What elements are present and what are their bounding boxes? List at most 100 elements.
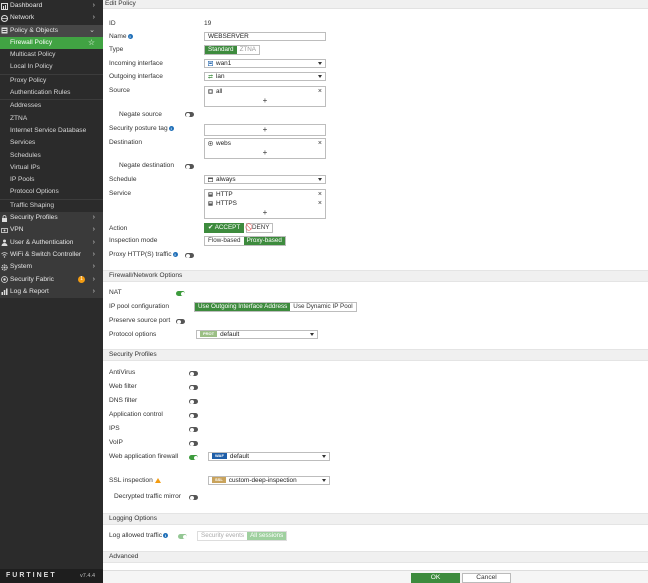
add-destination-button[interactable]: + bbox=[205, 148, 325, 158]
chevron-down-icon bbox=[322, 479, 326, 482]
chevron-down-icon bbox=[318, 178, 322, 181]
type-label: Type bbox=[109, 46, 124, 53]
ssl-inspection-select[interactable]: SSL custom-deep-inspection bbox=[208, 476, 330, 485]
accept-button[interactable]: ✔ ACCEPT bbox=[204, 223, 245, 233]
nav-label: Multicast Policy bbox=[10, 51, 56, 59]
sidebar-item-firewall-policy[interactable]: Firewall Policy ☆ bbox=[0, 36, 103, 50]
info-icon[interactable]: i bbox=[168, 125, 174, 131]
log-security-events-option[interactable]: Security events bbox=[198, 532, 248, 540]
protocol-options-label: Protocol options bbox=[109, 331, 157, 338]
negate-destination-toggle[interactable] bbox=[185, 164, 194, 169]
warning-icon[interactable] bbox=[154, 477, 161, 483]
sidebar-item-internet-service-database[interactable]: Internet Service Database bbox=[0, 125, 103, 137]
sidebar-item-protocol-options[interactable]: Protocol Options bbox=[0, 186, 103, 198]
check-icon: ✔ bbox=[208, 224, 214, 231]
inspection-mode-label: Inspection mode bbox=[109, 237, 158, 244]
nav-label: User & Authentication bbox=[10, 238, 74, 246]
type-selector: Standard ZTNA bbox=[204, 45, 261, 55]
service-value: HTTP bbox=[216, 191, 233, 198]
sidebar-item-schedules[interactable]: Schedules bbox=[0, 150, 103, 162]
nav-user-authentication[interactable]: User & Authentication › bbox=[0, 236, 103, 249]
add-posture-tag-button[interactable]: + bbox=[205, 125, 325, 135]
protocol-options-select[interactable]: PROT default bbox=[196, 330, 318, 339]
sidebar-item-multicast-policy[interactable]: Multicast Policy bbox=[0, 49, 103, 61]
log-all-sessions-option[interactable]: All sessions bbox=[247, 532, 287, 540]
sidebar-item-addresses[interactable]: Addresses bbox=[0, 100, 103, 112]
sidebar-item-services[interactable]: Services bbox=[0, 137, 103, 149]
application-control-toggle[interactable] bbox=[189, 413, 198, 418]
nav-policy-objects[interactable]: Policy & Objects ⌄ bbox=[0, 24, 103, 37]
dns-filter-toggle[interactable] bbox=[189, 399, 198, 404]
remove-icon[interactable]: × bbox=[318, 190, 322, 199]
nat-toggle[interactable] bbox=[176, 291, 185, 296]
proxy-traffic-toggle[interactable] bbox=[185, 253, 194, 258]
proxy-based-option[interactable]: Proxy-based bbox=[243, 237, 285, 245]
outgoing-interface-select[interactable]: lan bbox=[204, 72, 326, 81]
info-icon[interactable]: i bbox=[127, 33, 133, 39]
service-icon bbox=[208, 192, 213, 197]
info-icon[interactable]: i bbox=[163, 532, 169, 538]
star-icon[interactable]: ☆ bbox=[88, 37, 95, 49]
nav-label: Security Fabric bbox=[10, 275, 54, 283]
advanced-section-header[interactable]: Advanced bbox=[103, 551, 648, 563]
schedule-select[interactable]: always bbox=[204, 175, 326, 184]
preserve-source-port-toggle[interactable] bbox=[176, 319, 185, 324]
waf-toggle[interactable] bbox=[189, 455, 198, 460]
log-allowed-traffic-toggle[interactable] bbox=[178, 534, 187, 539]
nav-vpn[interactable]: VPN › bbox=[0, 224, 103, 237]
destination-entry: webs × bbox=[205, 139, 325, 148]
name-field[interactable]: WEBSERVER bbox=[204, 32, 326, 41]
waf-profile-value: default bbox=[229, 453, 250, 460]
negate-source-toggle[interactable] bbox=[185, 112, 194, 117]
sidebar-item-virtual-ips[interactable]: Virtual IPs bbox=[0, 162, 103, 174]
nav-log-report[interactable]: Log & Report › bbox=[0, 285, 103, 299]
decrypted-traffic-mirror-toggle[interactable] bbox=[189, 495, 198, 500]
nav-dashboard[interactable]: Dashboard › bbox=[0, 0, 103, 12]
cancel-button[interactable]: Cancel bbox=[462, 572, 511, 583]
dialog-footer: OK Cancel bbox=[103, 570, 648, 583]
antivirus-toggle[interactable] bbox=[189, 371, 198, 376]
add-source-button[interactable]: + bbox=[205, 96, 325, 106]
nav-label: Proxy Policy bbox=[10, 76, 47, 84]
add-service-button[interactable]: + bbox=[205, 208, 325, 218]
protocol-options-value: default bbox=[220, 331, 240, 338]
chevron-right-icon: › bbox=[92, 214, 95, 222]
sidebar-item-authentication-rules[interactable]: Authentication Rules bbox=[0, 87, 103, 99]
service-entry: HTTPS × bbox=[205, 199, 325, 208]
type-standard-option[interactable]: Standard bbox=[205, 46, 237, 54]
deny-button[interactable]: ⃠ DENY bbox=[246, 223, 274, 233]
nav-label: Local In Policy bbox=[10, 63, 53, 71]
type-ztna-option[interactable]: ZTNA bbox=[236, 46, 260, 54]
voip-toggle[interactable] bbox=[189, 441, 198, 446]
ips-toggle[interactable] bbox=[189, 427, 198, 432]
service-label: Service bbox=[109, 190, 131, 197]
ok-button[interactable]: OK bbox=[411, 572, 460, 583]
nav-network[interactable]: Network › bbox=[0, 12, 103, 24]
action-selector: ✔ ACCEPT ⃠ DENY bbox=[204, 223, 274, 233]
name-label-text: Name bbox=[109, 33, 127, 40]
remove-icon[interactable]: × bbox=[318, 139, 322, 148]
nav-system[interactable]: System › bbox=[0, 261, 103, 274]
incoming-interface-select[interactable]: wan1 bbox=[204, 59, 326, 68]
sidebar-item-proxy-policy[interactable]: Proxy Policy bbox=[0, 75, 103, 87]
waf-label: Web application firewall bbox=[109, 453, 179, 460]
sidebar-footer: FURTINET v7.4.4 bbox=[0, 569, 103, 583]
sidebar-item-local-in-policy[interactable]: Local In Policy bbox=[0, 61, 103, 73]
remove-icon[interactable]: × bbox=[318, 199, 322, 208]
nav-security-fabric[interactable]: Security Fabric 1 › bbox=[0, 273, 103, 286]
ssl-inspection-value: custom-deep-inspection bbox=[228, 477, 297, 484]
sidebar-item-ip-pools[interactable]: IP Pools bbox=[0, 174, 103, 186]
info-icon[interactable]: i bbox=[172, 251, 178, 257]
interface-icon bbox=[208, 60, 213, 66]
security-profiles-section-header: Security Profiles bbox=[103, 349, 648, 361]
remove-icon[interactable]: × bbox=[318, 87, 322, 96]
sidebar-item-traffic-shaping[interactable]: Traffic Shaping bbox=[0, 200, 103, 212]
nav-wifi-switch-controller[interactable]: WiFi & Switch Controller › bbox=[0, 248, 103, 262]
flow-based-option[interactable]: Flow-based bbox=[205, 237, 244, 245]
nav-security-profiles[interactable]: Security Profiles › bbox=[0, 212, 103, 225]
sidebar-item-ztna[interactable]: ZTNA bbox=[0, 113, 103, 125]
use-outgoing-interface-option[interactable]: Use Outgoing Interface Address bbox=[195, 303, 291, 311]
use-dynamic-ip-pool-option[interactable]: Use Dynamic IP Pool bbox=[290, 303, 356, 311]
waf-profile-select[interactable]: WAF default bbox=[208, 452, 330, 461]
web-filter-toggle[interactable] bbox=[189, 385, 198, 390]
